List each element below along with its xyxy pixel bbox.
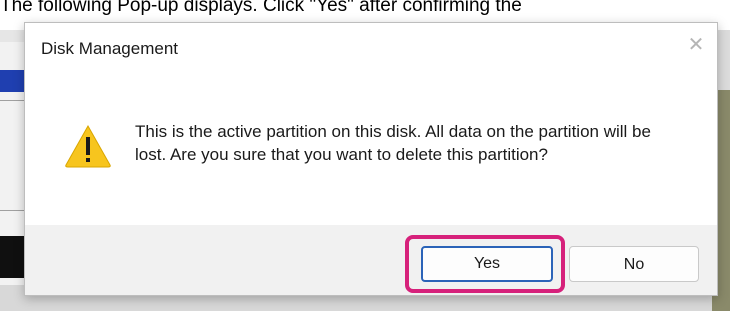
background-disk-bar xyxy=(0,236,26,278)
dialog-message: This is the active partition on this dis… xyxy=(135,122,651,164)
warning-icon xyxy=(65,124,111,168)
no-button[interactable]: No xyxy=(569,246,699,282)
instruction-caption: The following Pop-up displays. Click "Ye… xyxy=(0,0,522,16)
highlight-box xyxy=(405,235,565,293)
close-icon[interactable]: ✕ xyxy=(687,34,705,54)
dialog-title: Disk Management xyxy=(41,39,179,58)
